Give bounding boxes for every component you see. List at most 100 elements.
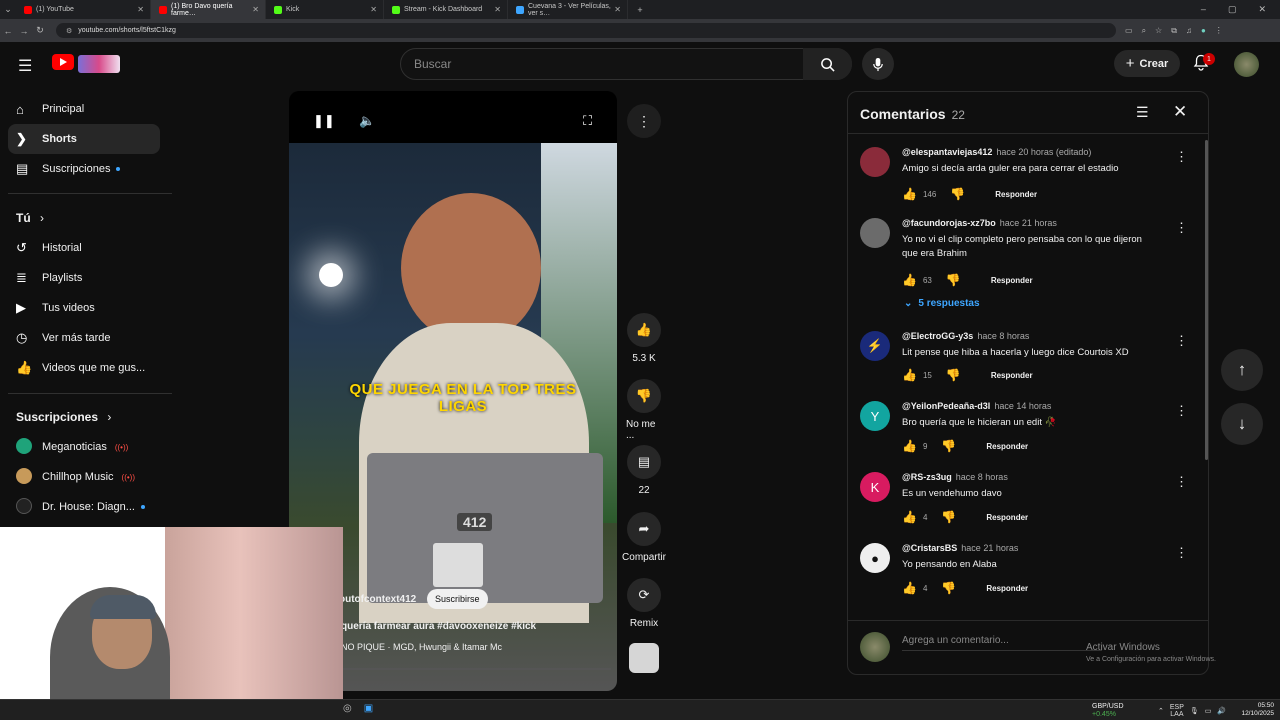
stock-ticker-widget[interactable]: GBP/USD +0.45%	[1078, 703, 1124, 719]
microphone-icon[interactable]: 🎙	[1190, 707, 1199, 715]
comment-menu-icon[interactable]: ⋮	[1175, 220, 1188, 236]
window-close-icon[interactable]: ✕	[1258, 4, 1266, 15]
scrollbar[interactable]	[1205, 140, 1208, 460]
search-button[interactable]	[803, 48, 852, 80]
search-input[interactable]: Buscar	[400, 48, 852, 80]
media-control-icon[interactable]: ♫	[1186, 26, 1192, 35]
thumbs-up-icon[interactable]: 👍	[902, 439, 917, 453]
network-icon[interactable]: ▭	[1205, 707, 1212, 715]
previous-short-button[interactable]: ↑	[1221, 349, 1263, 391]
site-info-icon[interactable]: ⚙	[66, 27, 72, 35]
pause-icon[interactable]: ❚❚	[313, 113, 335, 129]
channel-name[interactable]: outofcontext412	[339, 594, 416, 605]
url-bar[interactable]: ⚙ youtube.com/shorts/l5ftstC1kzg	[56, 23, 1116, 38]
comment-author[interactable]: @RS-zs3ug	[902, 472, 952, 482]
taskbar-app-icon[interactable]: ◎	[343, 703, 352, 714]
tab-close-icon[interactable]: ✕	[137, 5, 144, 14]
tab-close-icon[interactable]: ✕	[252, 5, 259, 14]
thumbs-up-icon[interactable]: 👍	[902, 510, 917, 524]
sidebar-item-shorts[interactable]: ❯ Shorts	[8, 124, 160, 154]
voice-search-button[interactable]	[862, 48, 894, 80]
thumbs-up-icon[interactable]: 👍	[902, 581, 917, 595]
video-music[interactable]: NO PIQUE · MGD, Hwungii & Itamar Mc	[341, 642, 502, 652]
video-title[interactable]: quería farmear aura #davooxeneize #kick	[341, 621, 536, 632]
sidebar-sub-meganoticias[interactable]: Meganoticias ((•))	[8, 432, 160, 462]
comment-menu-icon[interactable]: ⋮	[1175, 545, 1188, 561]
reply-button[interactable]: Responder	[986, 442, 1028, 451]
bookmark-star-icon[interactable]: ☆	[1155, 26, 1162, 35]
thumbs-down-icon[interactable]: 👎	[941, 439, 956, 453]
reply-button[interactable]: Responder	[986, 513, 1028, 522]
reload-icon[interactable]: ↻	[32, 25, 48, 36]
account-avatar[interactable]	[1234, 52, 1259, 77]
comment-avatar[interactable]: ●	[860, 543, 890, 573]
thumbs-down-icon[interactable]: 👎	[950, 187, 965, 201]
logo-doodle-icon[interactable]	[78, 55, 120, 73]
sidebar-sub-dr-house[interactable]: Dr. House: Diagn...	[8, 492, 160, 522]
sort-icon[interactable]: ☰	[1136, 104, 1149, 121]
add-comment-input[interactable]: Agrega un comentario...	[902, 635, 1102, 651]
browser-tab[interactable]: Stream - Kick Dashboard ✕	[384, 0, 508, 19]
youtube-logo[interactable]	[52, 54, 74, 70]
tray-chevron-icon[interactable]: ⌃	[1158, 707, 1164, 715]
comment-avatar[interactable]	[860, 218, 890, 248]
new-tab-plus-icon[interactable]: +	[632, 5, 648, 15]
thumbs-down-icon[interactable]: 👎	[946, 273, 961, 287]
browser-tab[interactable]: Cuevana 3 - Ver Películas, ver s… ✕	[508, 0, 628, 19]
comment-avatar[interactable]: K	[860, 472, 890, 502]
comment-menu-icon[interactable]: ⋮	[1175, 474, 1188, 490]
sidebar-item-liked-videos[interactable]: 👍 Videos que me gus...	[8, 353, 160, 383]
zoom-icon[interactable]: ⌕	[1142, 26, 1146, 36]
sidebar-item-playlists[interactable]: ≣ Playlists	[8, 263, 160, 293]
comment-avatar[interactable]	[860, 147, 890, 177]
system-clock[interactable]: 05:50 12/10/2025	[1240, 702, 1274, 718]
dislike-button[interactable]: 👎 No me ...	[626, 379, 662, 441]
sidebar-item-subscriptions[interactable]: ▤ Suscripciones	[8, 154, 160, 184]
comment-author[interactable]: @ElectroGG-y3s	[902, 331, 973, 341]
comment-author[interactable]: @CristarsBS	[902, 543, 957, 553]
view-replies-button[interactable]: ⌄ 5 respuestas	[904, 298, 980, 309]
create-button[interactable]: + Crear	[1114, 50, 1180, 77]
thumbs-up-icon[interactable]: 👍	[902, 273, 917, 287]
browser-tab-active[interactable]: (1) Bro Davo quería farme… ✕	[151, 0, 266, 19]
tab-close-icon[interactable]: ✕	[614, 5, 621, 14]
remix-button[interactable]: ⟳ Remix	[626, 578, 662, 629]
reply-button[interactable]: Responder	[986, 584, 1028, 593]
volume-icon[interactable]: 🔊	[1217, 707, 1226, 715]
comment-menu-icon[interactable]: ⋮	[1175, 403, 1188, 419]
hamburger-menu-icon[interactable]: ☰	[18, 56, 32, 76]
tab-list-chevron-icon[interactable]: ⌄	[0, 4, 16, 15]
thumbs-up-icon[interactable]: 👍	[902, 368, 917, 382]
thumbs-down-icon[interactable]: 👎	[941, 510, 956, 524]
browser-tab[interactable]: Kick ✕	[266, 0, 384, 19]
cast-icon[interactable]: ▭	[1125, 26, 1133, 35]
comment-author[interactable]: @YeilonPedeaña-d3l	[902, 401, 990, 411]
sidebar-you-heading[interactable]: Tú ›	[16, 211, 44, 225]
sidebar-item-watch-later[interactable]: ◷ Ver más tarde	[8, 323, 160, 353]
more-options-icon[interactable]: ⋮	[627, 104, 661, 138]
comment-avatar[interactable]: ⚡	[860, 331, 890, 361]
volume-icon[interactable]: 🔈	[359, 113, 375, 129]
taskbar-app-icon[interactable]: ▣	[364, 703, 373, 714]
fullscreen-icon[interactable]: ⛶	[583, 113, 592, 129]
sidebar-item-history[interactable]: ↺ Historial	[8, 233, 160, 263]
sound-thumbnail[interactable]	[629, 643, 659, 673]
browser-tab[interactable]: (1) YouTube ✕	[16, 0, 151, 19]
browser-menu-icon[interactable]: ⋮	[1215, 26, 1223, 35]
extensions-icon[interactable]: ⧉	[1171, 26, 1177, 36]
reply-button[interactable]: Responder	[991, 276, 1033, 285]
comment-menu-icon[interactable]: ⋮	[1175, 149, 1188, 165]
window-maximize-icon[interactable]: ▢	[1228, 4, 1237, 15]
comments-button[interactable]: ▤ 22	[626, 445, 662, 496]
progress-bar[interactable]	[341, 668, 611, 670]
reply-button[interactable]: Responder	[995, 190, 1037, 199]
like-button[interactable]: 👍 5.3 K	[626, 313, 662, 364]
back-arrow-icon[interactable]: ←	[0, 26, 16, 36]
thumbs-down-icon[interactable]: 👎	[941, 581, 956, 595]
sidebar-sub-chillhop[interactable]: Chillhop Music ((•))	[8, 462, 160, 492]
forward-arrow-icon[interactable]: →	[16, 26, 32, 36]
thumbs-up-icon[interactable]: 👍	[902, 187, 917, 201]
sidebar-item-home[interactable]: ⌂ Principal	[8, 94, 160, 124]
comment-author[interactable]: @facundorojas-xz7bo	[902, 218, 996, 228]
sidebar-subscriptions-heading[interactable]: Suscripciones ›	[16, 410, 111, 424]
